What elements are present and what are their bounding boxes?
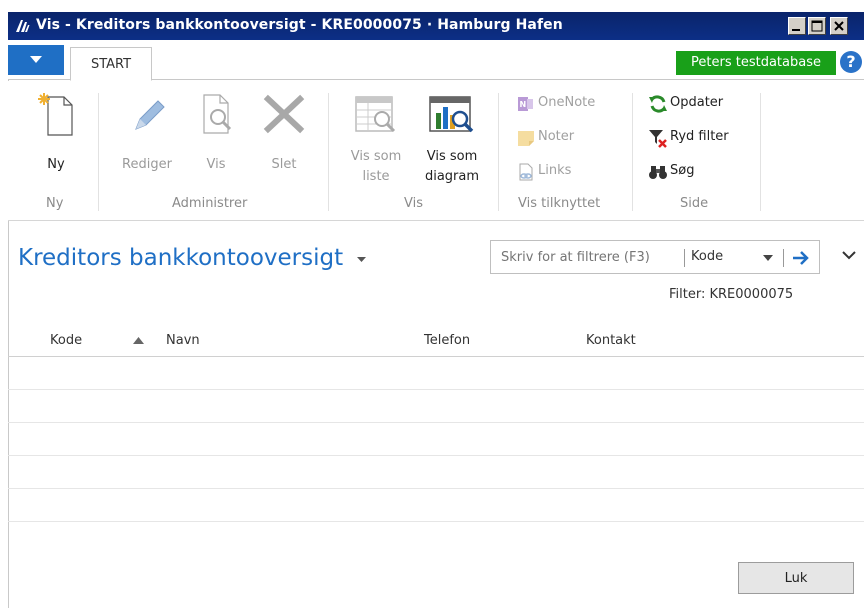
view-as-list-label-1: Vis som xyxy=(350,149,402,164)
grid-header: Kode Navn Telefon Kontakt xyxy=(8,325,864,357)
view-button[interactable]: Vis xyxy=(186,89,246,189)
filter-box: Kode xyxy=(490,240,820,274)
column-header-kode[interactable]: Kode xyxy=(50,333,82,348)
group-label-side: Side xyxy=(680,196,709,211)
group-label-ny: Ny xyxy=(46,196,64,211)
binoculars-icon xyxy=(649,166,667,179)
svg-text:N: N xyxy=(520,100,527,109)
group-label-vis: Vis xyxy=(404,196,423,211)
ribbon-tabstrip: START Peters testdatabase ? xyxy=(8,40,864,81)
filter-separator xyxy=(684,249,685,267)
view-as-list-button[interactable]: Vis som liste xyxy=(340,89,412,199)
titlebar-bar[interactable]: Vis - Kreditors bankkontooversigt - KRE0… xyxy=(8,12,864,40)
maximize-icon xyxy=(811,20,823,32)
edit-button[interactable]: Rediger xyxy=(108,89,186,189)
filter-field-select[interactable]: Kode xyxy=(691,249,723,264)
close-icon xyxy=(834,21,844,31)
edit-label: Rediger xyxy=(122,157,172,172)
list-view-icon xyxy=(355,96,396,133)
sort-ascending-icon[interactable] xyxy=(133,337,144,344)
filter-separator xyxy=(783,249,784,267)
column-header-kontakt[interactable]: Kontakt xyxy=(586,333,636,348)
maximize-button[interactable] xyxy=(808,17,826,35)
view-as-chart-label-1: Vis som xyxy=(426,149,478,164)
table-row[interactable] xyxy=(8,489,864,522)
view-as-chart-button[interactable]: Vis som diagram xyxy=(414,89,490,199)
find-button[interactable]: Søg xyxy=(648,159,758,183)
app-logo-icon xyxy=(16,20,30,32)
refresh-icon xyxy=(649,95,667,113)
link-document-icon xyxy=(519,163,533,181)
minimize-button[interactable] xyxy=(788,17,806,35)
links-button[interactable]: Links xyxy=(516,159,626,183)
column-header-navn[interactable]: Navn xyxy=(166,333,200,348)
new-label: Ny xyxy=(47,157,65,172)
group-label-vis-tilknyttet: Vis tilknyttet xyxy=(518,196,601,211)
ribbon-separator xyxy=(632,93,633,211)
ribbon-separator xyxy=(328,93,329,211)
note-icon xyxy=(518,131,534,146)
ribbon: Ny Ny Rediger Vis Slet Administrer Vis s… xyxy=(8,81,864,221)
find-label: Søg xyxy=(670,163,695,178)
chevron-down-icon[interactable] xyxy=(763,255,773,261)
data-grid: Kode Navn Telefon Kontakt xyxy=(8,325,864,522)
column-header-telefon[interactable]: Telefon xyxy=(424,333,470,348)
tab-start-label: START xyxy=(90,57,132,72)
view-as-chart-label-2: diagram xyxy=(424,169,480,184)
close-button[interactable]: Luk xyxy=(738,562,854,594)
tab-start[interactable]: START xyxy=(70,47,152,81)
table-row[interactable] xyxy=(8,390,864,423)
new-button[interactable]: Ny xyxy=(26,89,86,189)
onenote-button[interactable]: N OneNote xyxy=(516,91,626,115)
window-titlebar: Vis - Kreditors bankkontooversigt - KRE0… xyxy=(0,0,864,40)
minimize-icon xyxy=(792,29,800,31)
database-badge: Peters testdatabase xyxy=(676,51,836,75)
close-window-button[interactable] xyxy=(830,17,848,35)
caret-down-icon xyxy=(30,56,42,63)
ribbon-separator xyxy=(98,93,99,211)
filter-indicator: Filter: KRE0000075 xyxy=(669,287,794,302)
chevron-down-icon[interactable] xyxy=(842,250,856,260)
notes-label: Noter xyxy=(538,129,575,144)
new-document-icon xyxy=(38,93,73,136)
table-row[interactable] xyxy=(8,423,864,456)
help-icon[interactable]: ? xyxy=(840,51,862,73)
arrow-right-icon[interactable] xyxy=(791,249,811,267)
table-row[interactable] xyxy=(8,357,864,390)
notes-button[interactable]: Noter xyxy=(516,125,626,149)
clear-filter-label: Ryd filter xyxy=(670,129,729,144)
chart-view-icon xyxy=(429,96,474,133)
view-label: Vis xyxy=(206,157,226,172)
onenote-icon: N xyxy=(518,97,533,111)
delete-x-icon xyxy=(263,94,305,134)
app-menu-button[interactable] xyxy=(8,45,64,75)
onenote-label: OneNote xyxy=(538,95,596,110)
table-row[interactable] xyxy=(8,456,864,489)
ribbon-separator xyxy=(498,93,499,211)
refresh-label: Opdater xyxy=(670,95,724,110)
filter-input[interactable] xyxy=(491,241,686,273)
view-document-icon xyxy=(203,94,232,134)
delete-button[interactable]: Slet xyxy=(254,89,314,189)
ribbon-separator xyxy=(760,93,761,211)
title-dropdown-icon[interactable] xyxy=(357,257,366,263)
pencil-icon xyxy=(135,100,165,130)
view-as-list-label-2: liste xyxy=(362,169,390,184)
clear-filter-button[interactable]: Ryd filter xyxy=(648,125,758,149)
group-label-administrer: Administrer xyxy=(172,196,248,211)
clear-filter-icon xyxy=(649,130,667,148)
window-title: Vis - Kreditors bankkontooversigt - KRE0… xyxy=(36,17,563,33)
links-label: Links xyxy=(538,163,572,178)
refresh-button[interactable]: Opdater xyxy=(648,91,758,115)
delete-label: Slet xyxy=(271,157,297,172)
page-title[interactable]: Kreditors bankkontooversigt xyxy=(18,245,343,271)
